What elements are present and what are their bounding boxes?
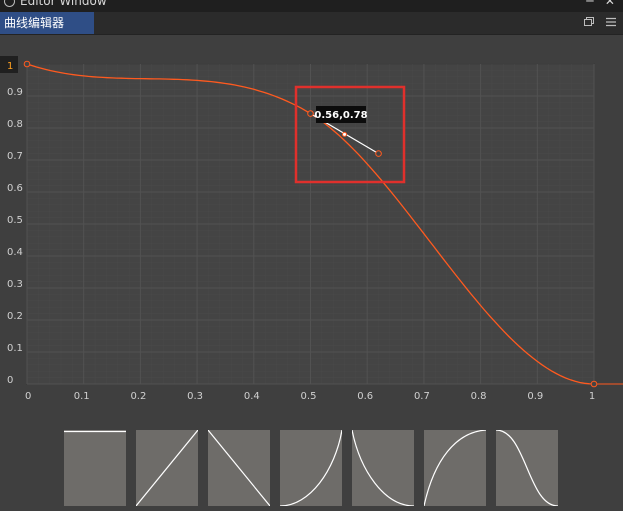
y-tick-label: 0.1 xyxy=(7,343,23,354)
x-tick-label: 0.3 xyxy=(187,391,203,402)
x-tick-label: 0.8 xyxy=(471,391,487,402)
x-tick-label: 1 xyxy=(589,391,595,402)
y-tick-label: 0.3 xyxy=(7,279,23,290)
keyframe-point[interactable] xyxy=(590,380,598,388)
coordinate-tooltip-text: 0.56,0.78 xyxy=(314,110,367,121)
y-tick-label: 0.7 xyxy=(7,151,23,162)
tab-bar: 曲线编辑器 xyxy=(0,12,623,35)
x-tick-label: 0.1 xyxy=(74,391,90,402)
x-tick-label: 0.2 xyxy=(130,391,146,402)
window-titlebar: Editor Window ─ ✕ xyxy=(0,0,623,12)
preset-ease-in-out[interactable] xyxy=(495,429,559,507)
menu-icon[interactable] xyxy=(605,15,617,29)
window-controls[interactable]: ─ ✕ xyxy=(586,0,615,8)
y-tick-label: 0.8 xyxy=(7,119,23,130)
y-tick-label: 0.6 xyxy=(7,183,23,194)
y-tick-label: 0 xyxy=(7,375,13,386)
preset-swatch-row xyxy=(64,429,560,507)
x-tick-label: 0.9 xyxy=(527,391,543,402)
tangent-handle-point[interactable] xyxy=(375,150,382,157)
tangent-handle-point[interactable] xyxy=(342,131,348,137)
editor-window-icon xyxy=(4,0,15,7)
window-title: Editor Window xyxy=(20,0,107,8)
preset-ease-out[interactable] xyxy=(351,429,415,507)
preset-linear-out[interactable] xyxy=(207,429,271,507)
curve-plot[interactable]: 0 0.1 0.2 0.3 0.4 0.5 0.6 0.7 0.8 0.9 1 0 0.1 0.2 0.3 0… xyxy=(0,34,623,430)
y-tick-label: 0.2 xyxy=(7,311,23,322)
preset-ease-in[interactable] xyxy=(279,429,343,507)
x-tick-label: 0.7 xyxy=(414,391,430,402)
keyframe-point[interactable] xyxy=(23,60,31,68)
top-value-label: 1 xyxy=(7,61,13,72)
restore-icon[interactable] xyxy=(583,15,595,29)
x-tick-label: 0.5 xyxy=(301,391,317,402)
x-tick-label: 0.4 xyxy=(244,391,260,402)
preset-linear-in[interactable] xyxy=(135,429,199,507)
x-tick-label: 0.6 xyxy=(357,391,373,402)
keyframe-point[interactable] xyxy=(307,110,314,117)
x-tick-label: 0 xyxy=(25,391,31,402)
preset-constant[interactable] xyxy=(64,430,126,506)
y-tick-label: 0.9 xyxy=(7,87,23,98)
y-tick-label: 0.4 xyxy=(7,247,23,258)
preset-ease-out-sine[interactable] xyxy=(423,429,487,507)
tab-curve-editor[interactable]: 曲线编辑器 xyxy=(0,12,94,34)
y-tick-label: 0.5 xyxy=(7,215,23,226)
